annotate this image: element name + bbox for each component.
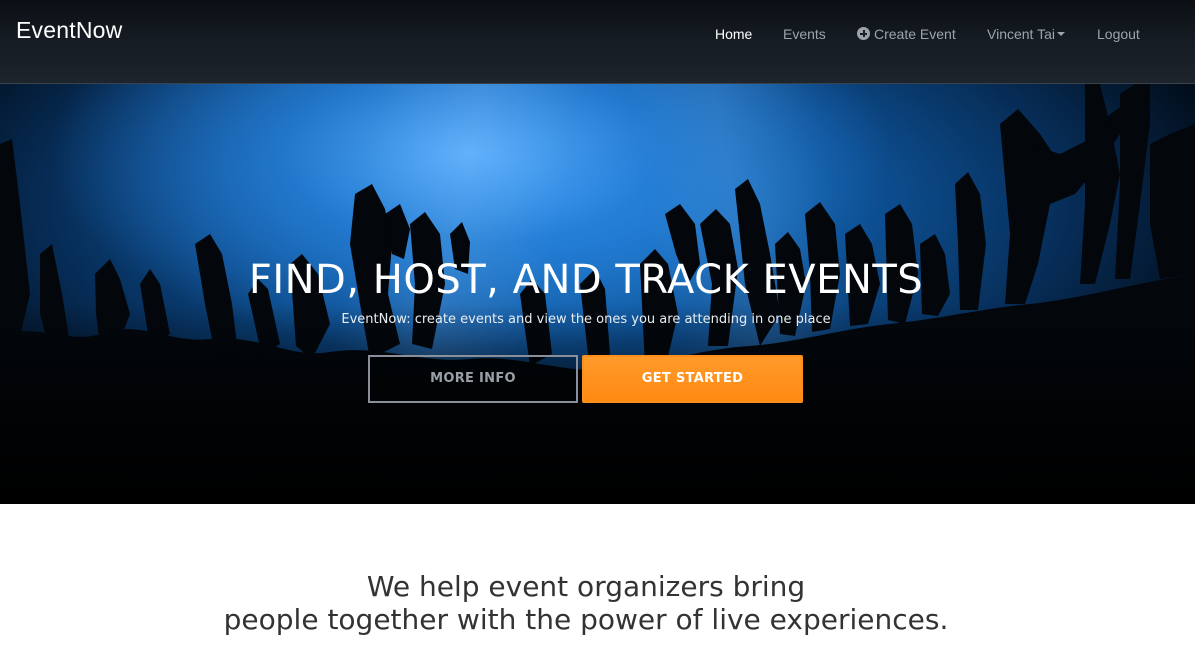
top-navbar: EventNow Home Events Create Event Vincen…: [0, 0, 1195, 84]
hero-subtitle: EventNow: create events and view the one…: [341, 312, 831, 327]
hero-content: FIND, HOST, AND TRACK EVENTS EventNow: c…: [0, 84, 1195, 504]
about-line-1: We help event organizers bring: [366, 570, 806, 603]
nav-item-create-event[interactable]: Create Event: [857, 26, 956, 42]
nav-item-events[interactable]: Events: [783, 26, 826, 42]
nav-item-logout[interactable]: Logout: [1097, 26, 1140, 42]
hero-section: FIND, HOST, AND TRACK EVENTS EventNow: c…: [0, 84, 1195, 504]
nav-item-home[interactable]: Home: [715, 26, 752, 42]
caret-down-icon: [1056, 32, 1065, 36]
about-line-2: people together with the power of live e…: [223, 603, 949, 636]
hero-title: FIND, HOST, AND TRACK EVENTS: [248, 257, 924, 303]
about-section: We help event organizers bring people to…: [0, 504, 1195, 645]
more-info-button[interactable]: MORE INFO: [368, 355, 578, 403]
nav-item-user-label: Vincent Tai: [987, 26, 1055, 42]
get-started-button[interactable]: GET STARTED: [582, 355, 803, 403]
plus-circle-icon: [857, 27, 870, 40]
about-heading: We help event organizers bring people to…: [0, 570, 1172, 636]
nav-menu: Home Events Create Event Vincent Tai Log…: [0, 26, 1195, 46]
nav-item-create-event-label: Create Event: [874, 26, 956, 42]
nav-item-user-dropdown[interactable]: Vincent Tai: [987, 26, 1065, 42]
